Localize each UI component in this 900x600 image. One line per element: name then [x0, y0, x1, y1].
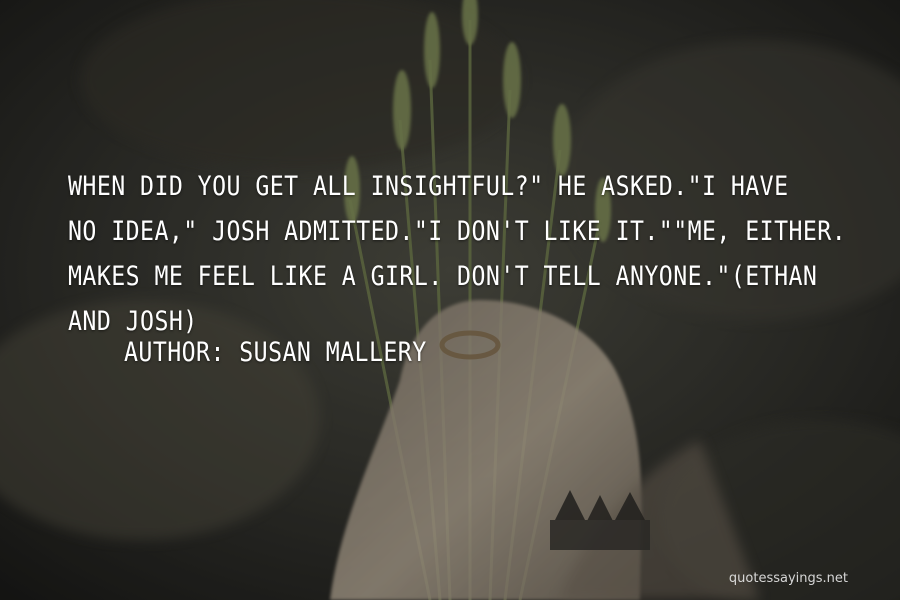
quote-line-1: WHEN DID YOU GET ALL INSIGHTFUL?" HE ASK…: [68, 171, 789, 202]
quote-author: AUTHOR: SUSAN MALLERY: [124, 337, 427, 368]
quote-block: WHEN DID YOU GET ALL INSIGHTFUL?" HE ASK…: [68, 164, 868, 344]
quote-line-2: NO IDEA," JOSH ADMITTED."I DON'T LIKE IT…: [68, 216, 847, 247]
quote-line-3: MAKES ME FEEL LIKE A GIRL. DON'T TELL AN…: [68, 261, 818, 292]
site-watermark: quotessayings.net: [728, 571, 848, 586]
